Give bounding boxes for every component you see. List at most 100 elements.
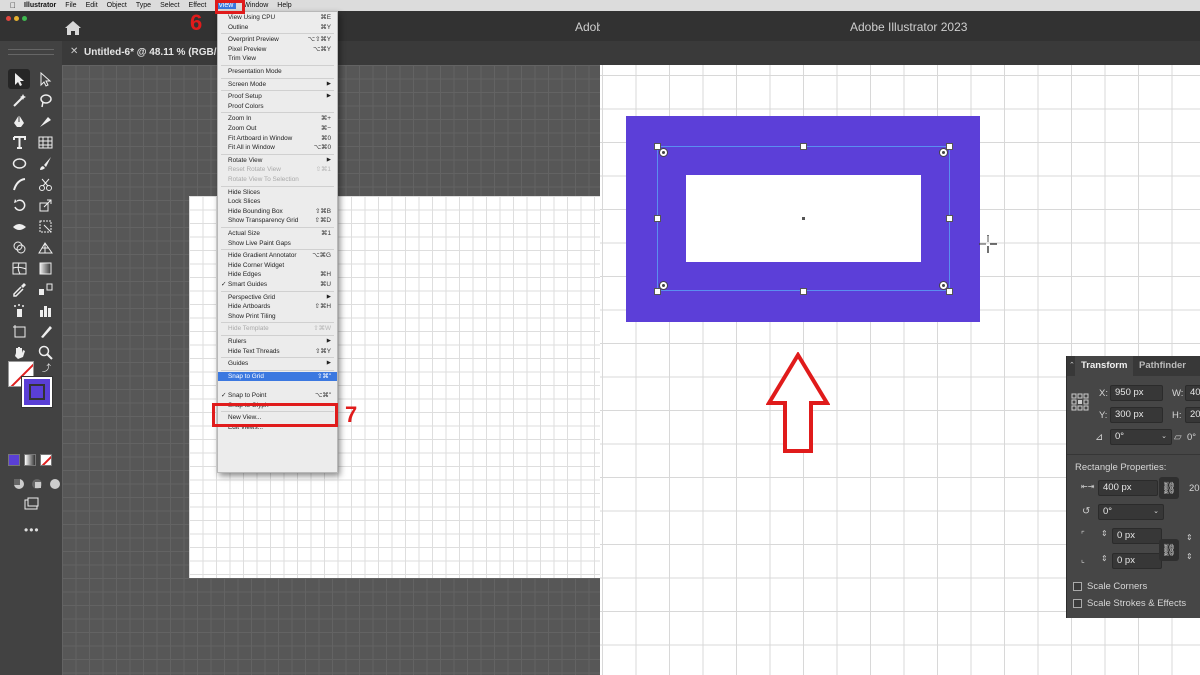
ellipse-tool-icon[interactable] [8,153,30,173]
chevron-down-icon[interactable]: ⌄ [1161,430,1167,444]
zoom-window-button[interactable] [22,16,27,21]
menu-item-proof-setup[interactable]: Proof Setup ▶ [218,92,337,102]
scissors-tool-icon[interactable] [34,174,56,194]
screen-mode-icon[interactable] [20,494,42,514]
rect-height-value[interactable]: 20 [1189,483,1200,494]
none-mode-icon[interactable] [40,454,52,466]
gradient-tool-icon[interactable] [34,258,56,278]
menu-item-smart-guides[interactable]: ✓ Smart Guides ⌘U [218,280,337,290]
link-corner-radii-icon[interactable]: ⛓ [1159,539,1179,561]
zoom-tool-icon[interactable] [34,342,56,362]
minimize-window-button[interactable] [14,16,19,21]
menu-item-lock-slices[interactable]: Lock Slices [218,197,337,207]
symbol-sprayer-tool-icon[interactable] [8,300,30,320]
stepper-up-down-icon[interactable]: ⇕ [1101,554,1108,563]
draw-inside-icon[interactable] [44,474,66,494]
home-icon[interactable] [60,17,86,39]
stepper-up-down-icon[interactable]: ⇕ [1101,529,1108,538]
rect-rotate-field[interactable]: 0° ⌄ [1098,504,1164,520]
handle-top-middle[interactable] [800,143,807,150]
panel-grip[interactable] [8,49,54,55]
stepper-up-down-icon[interactable]: ⇕ [1186,533,1193,542]
scale-tool-icon[interactable] [34,195,56,215]
menu-item-hide-text-threads[interactable]: Hide Text Threads ⇧⌘Y [218,347,337,357]
reference-point-icon[interactable] [1071,393,1089,411]
menu-item-show-transparency-grid[interactable]: Show Transparency Grid ⇧⌘D [218,216,337,226]
menu-window[interactable]: Window [243,2,268,9]
menu-item-proof-colors[interactable]: Proof Colors [218,102,337,112]
corner-radius-top-field[interactable]: 0 px [1112,528,1162,544]
magic-wand-tool-icon[interactable] [8,90,30,110]
menu-select[interactable]: Select [160,2,179,9]
menu-item-hide-corner-widget[interactable]: Hide Corner Widget [218,261,337,271]
shape-builder-tool-icon[interactable] [8,237,30,257]
type-tool-icon[interactable] [8,132,30,152]
mesh-tool-icon[interactable] [8,258,30,278]
menu-item-hide-edges[interactable]: Hide Edges ⌘H [218,270,337,280]
corner-widget-top-right[interactable] [939,148,948,157]
lasso-tool-icon[interactable] [34,90,56,110]
shear-value[interactable]: 0° [1187,432,1196,443]
gradient-mode-icon[interactable] [24,454,36,466]
menu-item-view-using-cpu[interactable]: View Using CPU ⌘E [218,13,337,23]
menu-item-zoom-in[interactable]: Zoom In ⌘+ [218,114,337,124]
perspective-grid-tool-icon[interactable] [34,237,56,257]
menu-item-hide-bounding-box[interactable]: Hide Bounding Box ⇧⌘B [218,207,337,217]
menu-item-hide-slices[interactable]: Hide Slices [218,188,337,198]
menu-item-outline[interactable]: Outline ⌘Y [218,23,337,33]
menu-help[interactable]: Help [277,2,291,9]
stroke-color-swatch[interactable] [21,376,53,408]
selection-tool-icon[interactable] [8,69,30,89]
menu-item-hide-artboards[interactable]: Hide Artboards ⇧⌘H [218,302,337,312]
scale-corners-checkbox[interactable] [1073,582,1082,591]
curvature-tool-icon[interactable] [34,111,56,131]
menu-item-hide-gradient-annotator[interactable]: Hide Gradient Annotator ⌥⌘G [218,251,337,261]
menu-type[interactable]: Type [136,2,151,9]
menu-file[interactable]: File [65,2,76,9]
menu-item-snap-to-point[interactable]: ✓ Snap to Point ⌥⌘" [218,391,337,401]
panel-collapse-icon[interactable]: ⌃ [1069,361,1075,369]
corner-radius-bottom-field[interactable]: 0 px [1112,553,1162,569]
menu-item-zoom-out[interactable]: Zoom Out ⌘− [218,124,337,134]
menu-item-overprint-preview[interactable]: Overprint Preview ⌥⇧⌘Y [218,35,337,45]
menu-item-guides[interactable]: Guides ▶ [218,359,337,369]
more-tools-icon[interactable]: ••• [24,523,40,537]
corner-widget-bottom-right[interactable] [939,281,948,290]
menu-object[interactable]: Object [107,2,127,9]
menu-item-rulers[interactable]: Rulers ▶ [218,337,337,347]
chevron-down-icon[interactable]: ⌄ [1153,505,1159,519]
menu-item-perspective-grid[interactable]: Perspective Grid ▶ [218,293,337,303]
width-field[interactable]: 400 [1185,385,1200,401]
stepper-up-down-icon[interactable]: ⇕ [1186,552,1193,561]
x-position-field[interactable]: 950 px [1110,385,1163,401]
menu-item-presentation-mode[interactable]: Presentation Mode [218,67,337,77]
menu-item-screen-mode[interactable]: Screen Mode ▶ [218,80,337,90]
direct-selection-tool-icon[interactable] [34,69,56,89]
tab-pathfinder[interactable]: Pathfinder [1139,356,1186,376]
column-graph-tool-icon[interactable] [34,300,56,320]
menu-item-fit-artboard-in-window[interactable]: Fit Artboard in Window ⌘0 [218,134,337,144]
free-transform-tool-icon[interactable] [34,216,56,236]
rect-width-field[interactable]: 400 px [1098,480,1158,496]
eyedropper-tool-icon[interactable] [8,279,30,299]
y-position-field[interactable]: 300 px [1110,407,1163,423]
close-window-button[interactable] [6,16,11,21]
swap-fill-stroke-icon[interactable]: ⤴ [42,361,52,373]
handle-middle-right[interactable] [946,215,953,222]
rotate-tool-icon[interactable] [8,195,30,215]
shaper-tool-icon[interactable] [8,174,30,194]
color-mode-icon[interactable] [8,454,20,466]
link-proportions-icon[interactable]: ⛓ [1159,477,1179,499]
handle-bottom-middle[interactable] [800,288,807,295]
scale-strokes-checkbox[interactable] [1073,599,1082,608]
table-grid-tool-icon[interactable] [34,132,56,152]
menu-edit[interactable]: Edit [86,2,98,9]
corner-widget-top-left[interactable] [659,148,668,157]
paintbrush-tool-icon[interactable] [34,153,56,173]
menu-illustrator[interactable]: Illustrator [24,2,56,9]
menu-effect[interactable]: Effect [189,2,207,9]
menu-item-show-print-tiling[interactable]: Show Print Tiling [218,312,337,322]
blend-tool-icon[interactable] [34,279,56,299]
width-tool-icon[interactable] [8,216,30,236]
menu-item-trim-view[interactable]: Trim View [218,54,337,64]
